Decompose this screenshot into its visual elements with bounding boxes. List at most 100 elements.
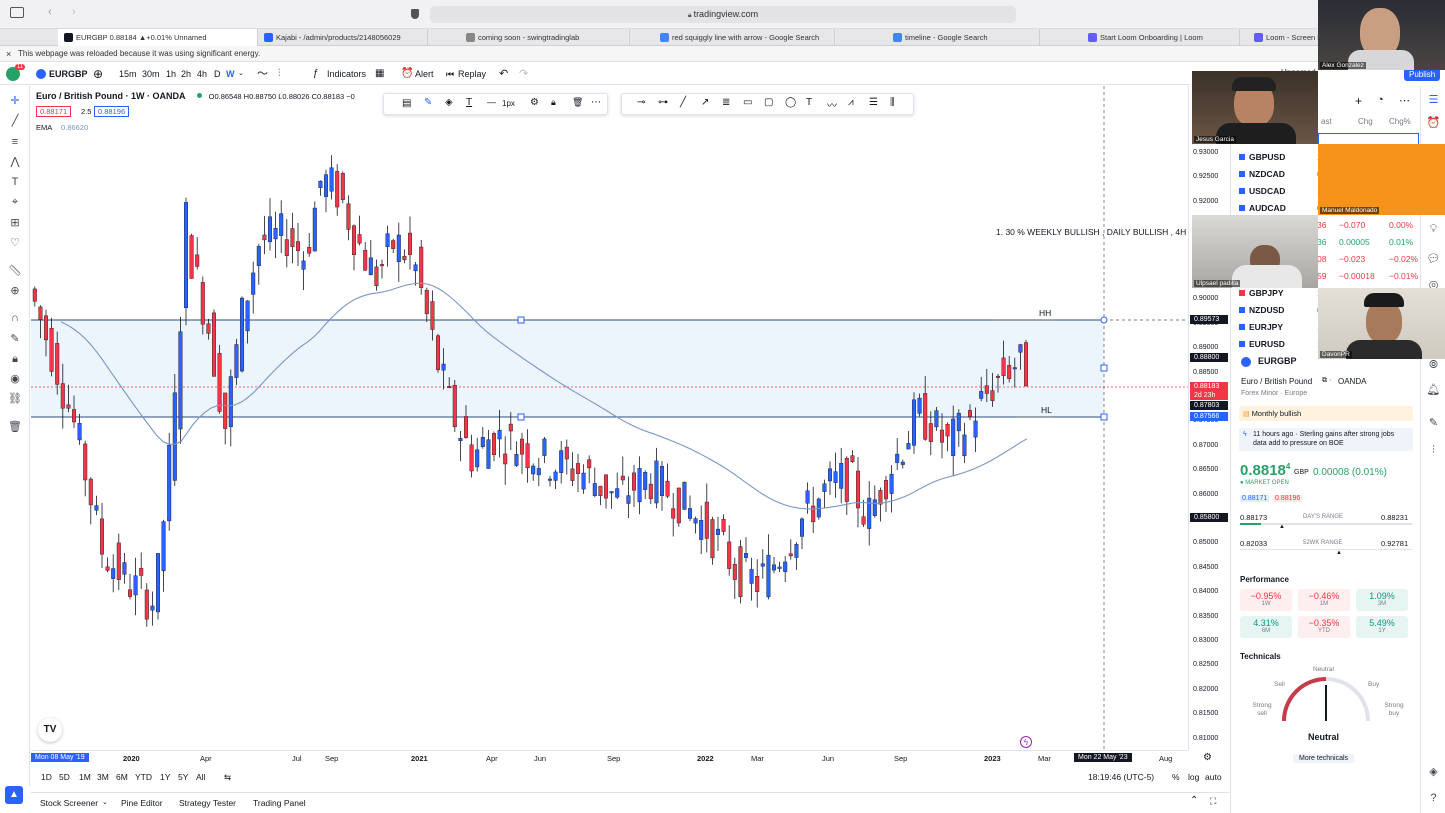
address-bar[interactable]: 🔒︎ tradingview.com: [430, 6, 1016, 23]
time-axis[interactable]: Mon 08 May '19 2020 Apr Jul Sep 2021 Apr Jun Se…: [31, 750, 1212, 766]
line-color-icon[interactable]: ✎: [424, 97, 432, 108]
lightning-icon[interactable]: ϟ: [1020, 736, 1032, 748]
help-icon[interactable]: ?: [1426, 791, 1441, 806]
range-ytd[interactable]: YTD: [135, 772, 152, 782]
chart-canvas[interactable]: [31, 86, 1188, 750]
candles-icon[interactable]: ⫶: [278, 63, 281, 85]
settings-icon[interactable]: ⚙: [530, 97, 539, 108]
ruler-icon[interactable]: 📏︎: [7, 264, 23, 278]
calendar-icon[interactable]: ⦾: [1426, 358, 1441, 373]
help-icon[interactable]: ▲: [5, 786, 23, 804]
line-width-icon[interactable]: —: [487, 97, 496, 107]
add-symbol-icon[interactable]: +: [1355, 94, 1362, 108]
horizontal-ray-icon[interactable]: ⊶: [658, 97, 668, 108]
symbol-search[interactable]: EURGBP: [49, 63, 88, 85]
trash-icon[interactable]: 🗑︎: [7, 420, 23, 434]
browser-tab[interactable]: red squiggly line with arrow - Google Se…: [630, 29, 835, 46]
measure-icon[interactable]: ⊞: [7, 216, 23, 230]
interval-2h[interactable]: 2h: [181, 63, 191, 85]
more-icon[interactable]: ⋯: [591, 97, 601, 108]
range-1m[interactable]: 1M: [79, 772, 91, 782]
pattern-icon[interactable]: ⩘: [848, 97, 854, 108]
range-3m[interactable]: 3M: [97, 772, 109, 782]
interval-1h[interactable]: 1h: [166, 63, 176, 85]
zone-handle[interactable]: [1100, 316, 1108, 324]
lock-icon[interactable]: 🔒︎: [551, 97, 556, 108]
undo-icon[interactable]: ↶: [499, 63, 508, 85]
pencil-lock-icon[interactable]: ✎: [7, 332, 23, 346]
analysis-note[interactable]: 1. 30 % WEEKLY BULLISH , DAILY BULLISH ,…: [996, 227, 1186, 237]
tab-stock-screener[interactable]: Stock Screener: [40, 798, 98, 808]
zone-handle[interactable]: [517, 316, 525, 324]
browser-tab[interactable]: coming soon - swingtradinglab: [428, 29, 630, 46]
zone-rectangle[interactable]: [31, 320, 1104, 417]
col-last[interactable]: ast: [1321, 117, 1332, 126]
detail-name[interactable]: Euro / British Pound: [1241, 377, 1312, 386]
symbol-title[interactable]: Euro / British Pound · 1W · OANDA: [36, 91, 186, 101]
dom-icon[interactable]: ⫶: [1426, 443, 1441, 458]
more-icon[interactable]: ⋯: [1399, 94, 1410, 107]
ideas-icon[interactable]: 💡︎: [1426, 222, 1441, 237]
buy-price[interactable]: 0.88196: [94, 106, 130, 117]
trendline-icon[interactable]: ╱: [7, 114, 23, 128]
heart-icon[interactable]: ♡: [7, 236, 23, 250]
bid-price[interactable]: 0.88171: [1240, 495, 1270, 502]
price-chart[interactable]: Euro / British Pound · 1W · OANDA O0.865…: [31, 86, 1188, 750]
clock-display[interactable]: 18:19:46 (UTC-5): [1088, 772, 1154, 782]
add-symbol-icon[interactable]: ⊕: [93, 63, 103, 85]
zone-handle[interactable]: [1100, 364, 1108, 372]
ask-price[interactable]: 0.88196: [1273, 495, 1303, 502]
chat-icon[interactable]: 💬︎: [1426, 252, 1441, 267]
path-icon[interactable]: 〰: [827, 97, 837, 112]
back-icon[interactable]: ‹: [48, 6, 52, 18]
chart-type-icon[interactable]: 〜: [257, 63, 268, 85]
alert-button[interactable]: Alert: [415, 63, 434, 85]
zone-handle[interactable]: [517, 413, 525, 421]
close-icon[interactable]: ×: [6, 46, 11, 62]
zoom-icon[interactable]: ⊕: [7, 284, 23, 298]
lock-icon[interactable]: 🔒︎: [7, 352, 23, 366]
volume-profile-icon[interactable]: ⫼: [890, 97, 895, 108]
line-width-value[interactable]: 1px: [502, 99, 515, 108]
fill-color-icon[interactable]: ◈: [445, 97, 453, 108]
auto-toggle[interactable]: auto: [1205, 772, 1222, 782]
browser-tab[interactable]: EURGBP 0.88184 ▲+0.01% Unnamed: [58, 29, 258, 46]
callout-icon[interactable]: ▭: [743, 97, 752, 108]
sell-price[interactable]: 0.88171: [36, 106, 72, 117]
template-icon[interactable]: ▤: [402, 98, 411, 109]
tab-strategy-tester[interactable]: Strategy Tester: [179, 798, 236, 808]
log-toggle[interactable]: log: [1188, 772, 1199, 782]
crosshair-icon[interactable]: ✛: [7, 94, 23, 108]
layers-icon[interactable]: ◈: [1426, 765, 1441, 780]
rectangle-icon[interactable]: ▢: [764, 97, 773, 108]
interval-d[interactable]: D: [214, 63, 221, 85]
fib-icon[interactable]: ≣: [722, 97, 730, 108]
sidebar-icon[interactable]: [10, 7, 24, 18]
ellipse-icon[interactable]: ◯: [785, 97, 796, 108]
browser-tab[interactable]: Loom - Screen R: [1240, 29, 1320, 46]
indicators-button[interactable]: Indicators: [327, 63, 366, 85]
trendline-icon[interactable]: ╱: [680, 97, 686, 108]
range-6m[interactable]: 6M: [116, 772, 128, 782]
eye-icon[interactable]: ◉: [7, 372, 23, 386]
advanced-view-icon[interactable]: ◔: [1377, 94, 1384, 106]
goto-date-icon[interactable]: ⇆: [224, 772, 231, 783]
col-chgp[interactable]: Chg%: [1389, 117, 1411, 126]
pattern-icon[interactable]: ⋀: [7, 155, 23, 169]
text-icon[interactable]: T: [7, 175, 23, 189]
hl-label[interactable]: HL: [1041, 405, 1052, 415]
browser-tab[interactable]: timeline - Google Search: [835, 29, 1040, 46]
news-box[interactable]: ϟ 11 hours ago · Sterling gains after st…: [1239, 428, 1413, 451]
text-icon[interactable]: T: [806, 97, 812, 108]
range-1d[interactable]: 1D: [41, 772, 52, 782]
horizontal-line-icon[interactable]: ⊸: [637, 97, 645, 108]
percent-toggle[interactable]: %: [1172, 772, 1180, 782]
browser-tab[interactable]: Start Loom Onboarding | Loom: [1040, 29, 1240, 46]
fib-icon[interactable]: ≡: [7, 135, 23, 149]
range-all[interactable]: All: [196, 772, 205, 782]
note-box[interactable]: ▤ Monthly bullish: [1239, 406, 1413, 421]
interval-4h[interactable]: 4h: [197, 63, 207, 85]
detail-symbol[interactable]: EURGBP: [1258, 356, 1297, 366]
hh-label[interactable]: HH: [1039, 308, 1051, 318]
interval-30m[interactable]: 30m: [142, 63, 160, 85]
